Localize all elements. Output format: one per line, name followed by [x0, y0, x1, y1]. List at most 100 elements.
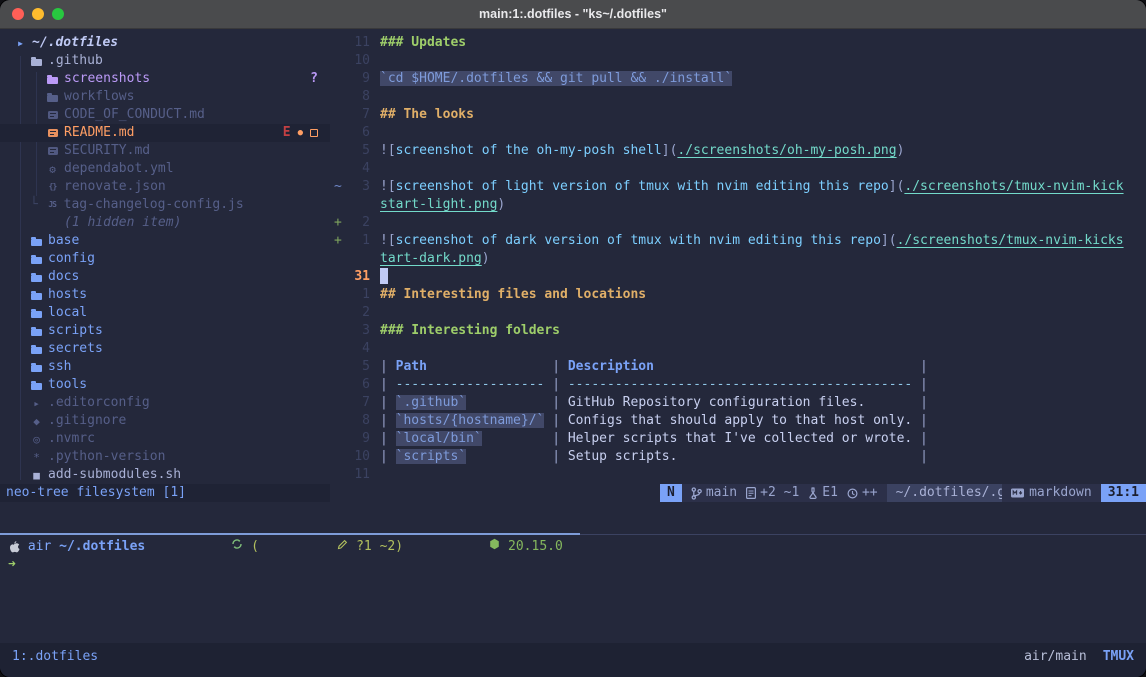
- editor-pane[interactable]: 11### Updates 10 9`cd $HOME/.dotfiles &&…: [330, 28, 1146, 502]
- neotree-items: ▸~/.dotfiles.githubscreenshots?workflows…: [0, 34, 330, 484]
- tree-item-.python-version[interactable]: *.python-version: [0, 448, 330, 466]
- editor-line[interactable]: 11### Updates: [330, 34, 1146, 52]
- tree-item-dependabot.yml[interactable]: ⚙dependabot.yml: [0, 160, 330, 178]
- editor-line[interactable]: 7| `.github` | GitHub Repository configu…: [330, 394, 1146, 412]
- editor-line[interactable]: 1## Interesting files and locations: [330, 286, 1146, 304]
- editor-line[interactable]: tart-dark.png): [330, 250, 1146, 268]
- line-number: 8: [344, 88, 370, 106]
- editor-line[interactable]: +2: [330, 214, 1146, 232]
- text-segment-pi: |: [544, 359, 567, 374]
- git-branch-icon: [691, 487, 702, 500]
- ring-icon: ◎: [30, 434, 43, 445]
- close-button[interactable]: [12, 8, 24, 20]
- tree-item-label: tools: [48, 376, 87, 394]
- tree-item-screenshots[interactable]: screenshots?: [0, 70, 330, 88]
- tree-item-local[interactable]: local: [0, 304, 330, 322]
- editor-line[interactable]: 6| ------------------- | ---------------…: [330, 376, 1146, 394]
- editor-line[interactable]: 2: [330, 304, 1146, 322]
- tree-item-.editorconfig[interactable]: ▸.editorconfig: [0, 394, 330, 412]
- tree-item-.nvmrc[interactable]: ◎.nvmrc: [0, 430, 330, 448]
- tree-item-label: screenshots: [64, 70, 150, 88]
- editor-line[interactable]: 10: [330, 52, 1146, 70]
- tree-item-workflows[interactable]: workflows: [0, 88, 330, 106]
- tree-corner: └: [30, 196, 46, 214]
- tree-item-renovate.json[interactable]: {}renovate.json: [0, 178, 330, 196]
- editor-line[interactable]: 5| Path | Description |: [330, 358, 1146, 376]
- editor-line[interactable]: 10| `scripts` | Setup scripts. |: [330, 448, 1146, 466]
- tree-item-badges: E●: [283, 124, 330, 142]
- editor-line[interactable]: start-light.png): [330, 196, 1146, 214]
- text-segment-url: ./screenshots/tmux-nvim-kicks: [897, 233, 1124, 248]
- tree-item-hosts[interactable]: hosts: [0, 286, 330, 304]
- mode-indicator: N: [660, 484, 682, 502]
- editor-line[interactable]: 6: [330, 124, 1146, 142]
- terminal-screen: ▸~/.dotfiles.githubscreenshots?workflows…: [0, 28, 1146, 677]
- text-segment-pi: |: [912, 359, 928, 374]
- line-text: ### Updates: [370, 34, 466, 52]
- text-segment-pu: ![: [380, 143, 396, 158]
- editor-line[interactable]: 8: [330, 88, 1146, 106]
- tree-item-add-submodules.sh[interactable]: ■add-submodules.sh: [0, 466, 330, 484]
- tree-item-CODE_OF_CONDUCT.md[interactable]: CODE_OF_CONDUCT.md: [0, 106, 330, 124]
- pane-separator[interactable]: [580, 534, 1146, 535]
- line-number: 7: [344, 106, 370, 124]
- diamond-icon: ◆: [30, 416, 43, 427]
- tree-item-base[interactable]: base: [0, 232, 330, 250]
- sign-column: [330, 286, 344, 304]
- editor-line[interactable]: +1![screenshot of dark version of tmux w…: [330, 232, 1146, 250]
- text-segment-pi: |: [544, 395, 567, 410]
- prompt-line: air ~/.dotfiles ( ?1 ~2 ): [8, 538, 1146, 556]
- tree-item-.github[interactable]: .github: [0, 52, 330, 70]
- sign-column: [330, 268, 344, 286]
- editor-line[interactable]: 3### Interesting folders: [330, 322, 1146, 340]
- tmux-window-label[interactable]: 1:.dotfiles: [12, 648, 98, 666]
- tmux-session-label: air/main: [1024, 648, 1087, 666]
- git-branch-label: main: [706, 484, 737, 502]
- tree-item-label: tag-changelog-config.js: [64, 196, 244, 214]
- text-segment-pu: ![: [380, 179, 396, 194]
- editor-line[interactable]: 11: [330, 466, 1146, 484]
- tree-item-config[interactable]: config: [0, 250, 330, 268]
- line-number: 5: [344, 358, 370, 376]
- git-diff-segment: +2 ~1: [746, 484, 799, 502]
- tree-item-README.md[interactable]: README.mdE●: [0, 124, 330, 142]
- line-number: 1: [344, 232, 370, 250]
- editor-line[interactable]: 7## The looks: [330, 106, 1146, 124]
- editor-line-current[interactable]: 31: [330, 268, 1146, 286]
- tree-item-tag-changelog-config.js[interactable]: └ JStag-changelog-config.js: [0, 196, 330, 214]
- text-segment-h2: ## Interesting files and locations: [380, 287, 646, 302]
- text-segment-sp: [482, 431, 545, 446]
- tree-item-1hiddenitem[interactable]: (1 hidden item): [0, 214, 330, 232]
- line-number: 2: [344, 214, 370, 232]
- text-segment-dash: ----------------------------------------…: [568, 377, 912, 392]
- tree-item-scripts[interactable]: scripts: [0, 322, 330, 340]
- minimize-button[interactable]: [32, 8, 44, 20]
- editor-line[interactable]: 4: [330, 160, 1146, 178]
- text-segment-pu: ![: [380, 233, 396, 248]
- folder-icon: [46, 74, 59, 84]
- editor-line[interactable]: ~3![screenshot of light version of tmux …: [330, 178, 1146, 196]
- tree-item-secrets[interactable]: secrets: [0, 340, 330, 358]
- editor-line[interactable]: 4: [330, 340, 1146, 358]
- tree-item-.dotfiles[interactable]: ▸~/.dotfiles: [0, 34, 330, 52]
- text-segment-h3: ### Interesting folders: [380, 323, 560, 338]
- text-segment-h3: ### Updates: [380, 35, 466, 50]
- tree-item-tools[interactable]: tools: [0, 376, 330, 394]
- zoom-button[interactable]: [52, 8, 64, 20]
- text-segment-pi: |: [912, 449, 928, 464]
- shell-pane[interactable]: air ~/.dotfiles ( ?1 ~2 ): [8, 538, 1146, 574]
- tree-item-SECURITY.md[interactable]: SECURITY.md: [0, 142, 330, 160]
- sign-column: [330, 250, 344, 268]
- tree-item-ssh[interactable]: ssh: [0, 358, 330, 376]
- editor-line[interactable]: 9`cd $HOME/.dotfiles && git pull && ./in…: [330, 70, 1146, 88]
- tree-item-label: scripts: [48, 322, 103, 340]
- editor-line[interactable]: 8| `hosts/{hostname}/` | Configs that sh…: [330, 412, 1146, 430]
- line-number: 7: [344, 394, 370, 412]
- editor-line[interactable]: 5![screenshot of the oh-my-posh shell](.…: [330, 142, 1146, 160]
- tree-item-.gitignore[interactable]: ◆.gitignore: [0, 412, 330, 430]
- line-number: 11: [344, 466, 370, 484]
- line-text: [370, 88, 380, 106]
- text-segment-alt: screenshot of dark version of tmux with …: [396, 233, 881, 248]
- tree-item-docs[interactable]: docs: [0, 268, 330, 286]
- editor-line[interactable]: 9| `local/bin` | Helper scripts that I'v…: [330, 430, 1146, 448]
